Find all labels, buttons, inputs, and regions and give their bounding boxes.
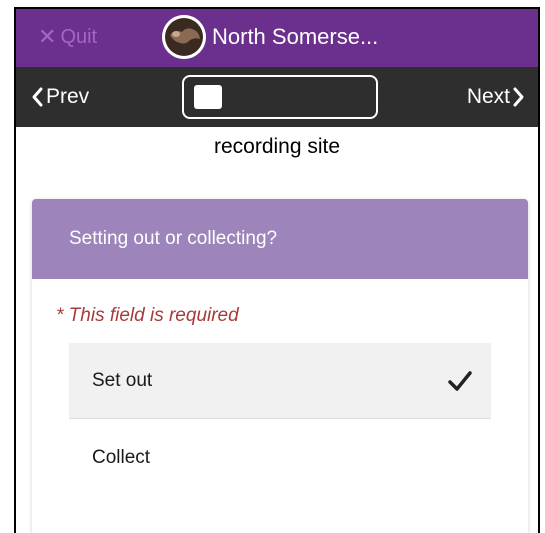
app-logo-icon bbox=[162, 15, 206, 59]
progress-fill bbox=[194, 85, 222, 109]
next-button[interactable]: Next bbox=[467, 85, 526, 109]
option-collect[interactable]: Collect bbox=[69, 420, 491, 496]
prev-label: Prev bbox=[46, 85, 90, 108]
quit-label: Quit bbox=[60, 25, 98, 48]
quit-button[interactable]: ✕ Quit bbox=[38, 24, 97, 50]
option-label: Collect bbox=[92, 447, 151, 468]
question-label: Setting out or collecting? bbox=[32, 199, 528, 279]
chevron-right-icon bbox=[513, 87, 524, 107]
prev-button[interactable]: Prev bbox=[30, 85, 89, 109]
option-set-out[interactable]: Set out bbox=[69, 343, 491, 419]
option-label: Set out bbox=[92, 369, 153, 391]
app-frame: ✕ Quit North Somerse... Prev Next record… bbox=[14, 7, 540, 533]
close-icon: ✕ bbox=[38, 24, 57, 49]
next-label: Next bbox=[466, 85, 510, 108]
chevron-left-icon bbox=[32, 87, 43, 107]
required-message: * This field is required bbox=[56, 305, 239, 326]
navigation-bar: Prev Next bbox=[16, 67, 538, 127]
app-title: North Somerse... bbox=[212, 24, 379, 49]
progress-indicator bbox=[182, 75, 378, 119]
checkmark-icon bbox=[448, 371, 472, 391]
page-heading: recording site bbox=[213, 135, 341, 158]
app-header: ✕ Quit North Somerse... bbox=[16, 9, 538, 67]
question-card: Setting out or collecting? * This field … bbox=[32, 199, 528, 533]
